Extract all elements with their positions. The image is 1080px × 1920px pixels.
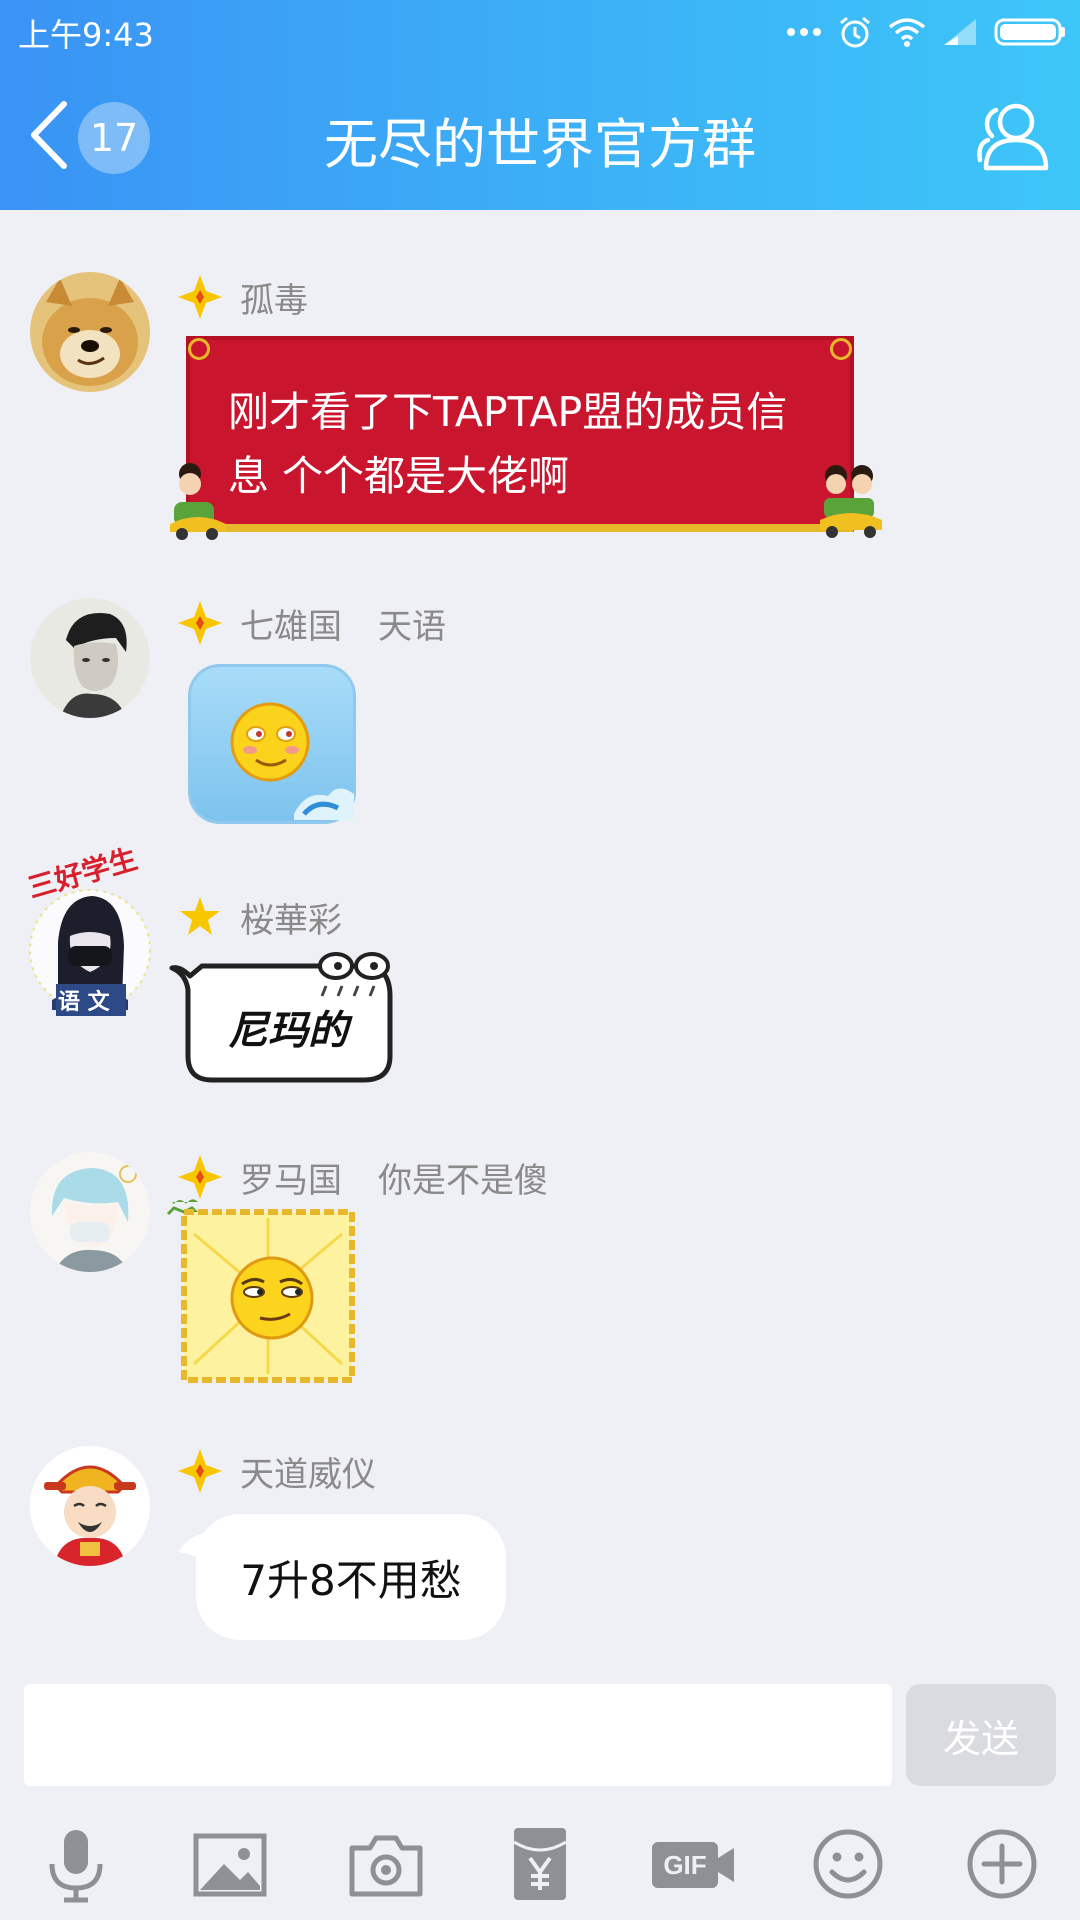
app-header: 上午9:43 17 无尽的世界官方群: [0, 0, 1080, 210]
avatar-doge[interactable]: [30, 272, 150, 392]
more-dots-icon: [787, 28, 821, 36]
sender-row: 孤毒: [176, 272, 308, 322]
battery-icon: [994, 18, 1065, 46]
scroll-ornament: [188, 338, 210, 360]
avatar-god-of-wealth[interactable]: [30, 1446, 150, 1566]
sender-row: 桜華彩: [176, 892, 342, 942]
shy-smile-emoji-icon: [230, 702, 354, 820]
input-toolbar: GIF: [0, 1804, 1080, 1920]
cartoon-car-right-icon: [820, 465, 882, 538]
doge-avatar-icon: [30, 272, 150, 392]
image-icon[interactable]: [190, 1824, 270, 1904]
sticker-bubble-gold[interactable]: [164, 1194, 374, 1390]
avatar-young-man[interactable]: [30, 598, 150, 718]
member-badge-icon: [178, 1449, 222, 1493]
avatar-label-bottom: 语 文: [58, 990, 110, 1015]
message-text: 刚才看了下TAPTAP盟的成员信息 个个都是大佬啊: [228, 388, 788, 500]
anime-avatar-icon: [30, 1152, 150, 1272]
smirk-emoji-icon: [166, 1199, 355, 1383]
send-button[interactable]: 发送: [906, 1684, 1056, 1786]
red-packet-icon[interactable]: [500, 1824, 580, 1904]
cartoon-car-left-icon: [170, 463, 226, 540]
message-bubble-red[interactable]: 刚才看了下TAPTAP盟的成员信息 个个都是大佬啊: [186, 336, 854, 532]
plus-icon[interactable]: [962, 1824, 1042, 1904]
camera-icon[interactable]: [346, 1824, 426, 1904]
member-badge-icon: [178, 601, 222, 645]
wifi-icon: [888, 18, 926, 47]
sender-name: 七雄国: [240, 606, 342, 647]
avatar-student[interactable]: 三好学生 语 文: [18, 842, 158, 1020]
microphone-icon[interactable]: [36, 1824, 116, 1904]
sender-title: 天语: [378, 606, 446, 647]
status-icons: [786, 12, 1066, 52]
signal-icon: [944, 19, 976, 45]
sender-name: 天道威仪: [240, 1454, 376, 1495]
sender-row: 天道威仪: [176, 1446, 376, 1496]
message-text: 7升8不用愁: [240, 1555, 462, 1605]
sender-title: 你是不是傻: [378, 1160, 548, 1201]
scroll-ornament: [830, 338, 852, 360]
member-badge-icon: [180, 897, 220, 935]
message-input[interactable]: [24, 1684, 892, 1786]
group-members-icon[interactable]: [972, 96, 1052, 176]
god-of-wealth-avatar-icon: [30, 1446, 150, 1566]
gif-icon[interactable]: GIF: [650, 1824, 736, 1904]
sticker-text: 尼玛的: [228, 1008, 348, 1054]
svg-text:GIF: GIF: [663, 1850, 706, 1880]
avatar-anime-boy[interactable]: [30, 1152, 150, 1272]
message-bubble-white[interactable]: 7升8不用愁: [196, 1514, 506, 1640]
sticker-bubble-speech[interactable]: 尼玛的: [168, 946, 408, 1086]
person-avatar-icon: [30, 598, 150, 718]
emoji-icon[interactable]: [808, 1824, 888, 1904]
sender-row: 七雄国 天语: [176, 598, 446, 648]
sender-name: 孤毒: [240, 280, 308, 321]
alarm-icon: [840, 16, 870, 48]
sticker-bubble-blue[interactable]: [188, 664, 356, 824]
status-time: 上午9:43: [18, 16, 154, 54]
member-badge-icon: [178, 275, 222, 319]
chat-title: 无尽的世界官方群: [324, 113, 756, 176]
sender-name: 桜華彩: [240, 900, 342, 941]
